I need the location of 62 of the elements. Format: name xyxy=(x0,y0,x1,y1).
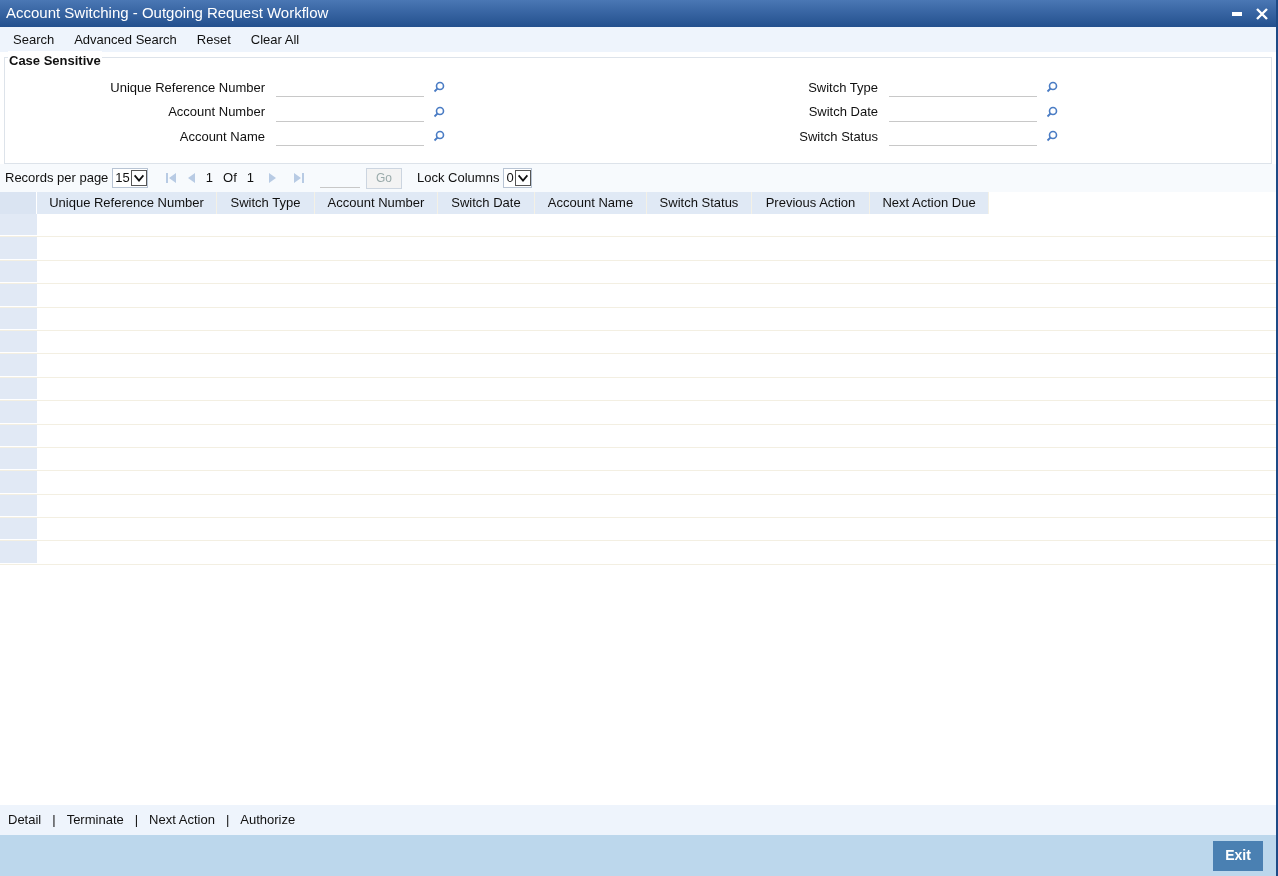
minimize-icon[interactable] xyxy=(1232,11,1242,16)
row-selector[interactable] xyxy=(0,237,37,260)
action-link[interactable]: Authorize xyxy=(240,810,296,830)
field-label: Switch Status xyxy=(798,127,879,146)
column-header[interactable]: Next Action Due xyxy=(870,192,989,214)
row-selector[interactable] xyxy=(0,424,37,447)
row-selector[interactable] xyxy=(0,354,37,377)
column-header[interactable]: Unique Reference Number xyxy=(37,192,217,214)
column-header[interactable]: Switch Type xyxy=(217,192,315,214)
row-selector[interactable] xyxy=(0,377,37,401)
current-page: 1 xyxy=(205,169,214,188)
row-selector[interactable] xyxy=(0,494,37,518)
row-selector[interactable] xyxy=(0,471,37,494)
separator: | xyxy=(224,811,231,830)
separator: | xyxy=(51,811,57,830)
column-header[interactable]: Switch Date xyxy=(438,192,535,214)
search-icon[interactable] xyxy=(1046,130,1058,143)
field-label: Unique Reference Number xyxy=(109,78,266,97)
window-title: Account Switching - Outgoing Request Workflow xyxy=(6,3,329,24)
field-label: Account Name xyxy=(178,127,266,146)
next-page-icon[interactable] xyxy=(268,173,278,183)
column-header[interactable]: Account Number xyxy=(315,192,438,214)
separator: | xyxy=(133,811,140,830)
row-selector[interactable] xyxy=(0,447,37,471)
row-selector[interactable] xyxy=(0,518,37,541)
action-link[interactable]: Detail xyxy=(8,810,42,830)
row-selector[interactable] xyxy=(0,260,37,284)
row-selector[interactable] xyxy=(0,401,37,424)
lock-columns-select[interactable]: 0 xyxy=(503,168,532,188)
total-pages: 1 xyxy=(246,169,254,188)
row-selector[interactable] xyxy=(0,284,37,307)
search-icon[interactable] xyxy=(433,81,445,94)
row-selector[interactable] xyxy=(0,330,37,354)
of-label: Of xyxy=(223,169,237,188)
toolbar-button[interactable]: Search xyxy=(3,29,65,50)
search-icon[interactable] xyxy=(433,105,445,118)
column-header[interactable]: Account Name xyxy=(535,192,647,214)
row-selector[interactable] xyxy=(0,214,37,237)
exit-button[interactable]: Exit xyxy=(1213,840,1263,871)
column-header[interactable]: Previous Action xyxy=(752,192,870,214)
search-icon[interactable] xyxy=(1046,105,1058,118)
search-icon[interactable] xyxy=(433,130,445,143)
row-selector[interactable] xyxy=(0,307,37,330)
field-label: Account Number xyxy=(167,103,266,121)
records-per-page-label: Records per page xyxy=(5,169,109,188)
field-label: Switch Date xyxy=(807,103,879,121)
action-link[interactable]: Terminate xyxy=(66,810,124,830)
toolbar-button[interactable]: Advanced Search xyxy=(64,29,187,50)
dropdown-caret-icon xyxy=(514,170,531,186)
field-label: Switch Type xyxy=(807,78,879,97)
records-per-page-select[interactable]: 15 xyxy=(112,168,148,188)
last-page-icon[interactable] xyxy=(294,173,304,183)
search-icon[interactable] xyxy=(1046,81,1058,94)
column-header[interactable]: Switch Status xyxy=(647,192,752,214)
dropdown-caret-icon xyxy=(130,170,147,186)
lock-columns-label: Lock Columns xyxy=(417,169,500,188)
toolbar-button[interactable]: Clear All xyxy=(240,29,310,50)
action-link[interactable]: Next Action xyxy=(149,810,215,830)
row-selector[interactable] xyxy=(0,541,37,564)
toolbar-button[interactable]: Reset xyxy=(186,29,241,50)
close-icon[interactable] xyxy=(1256,7,1268,20)
first-page-icon[interactable] xyxy=(165,173,176,183)
